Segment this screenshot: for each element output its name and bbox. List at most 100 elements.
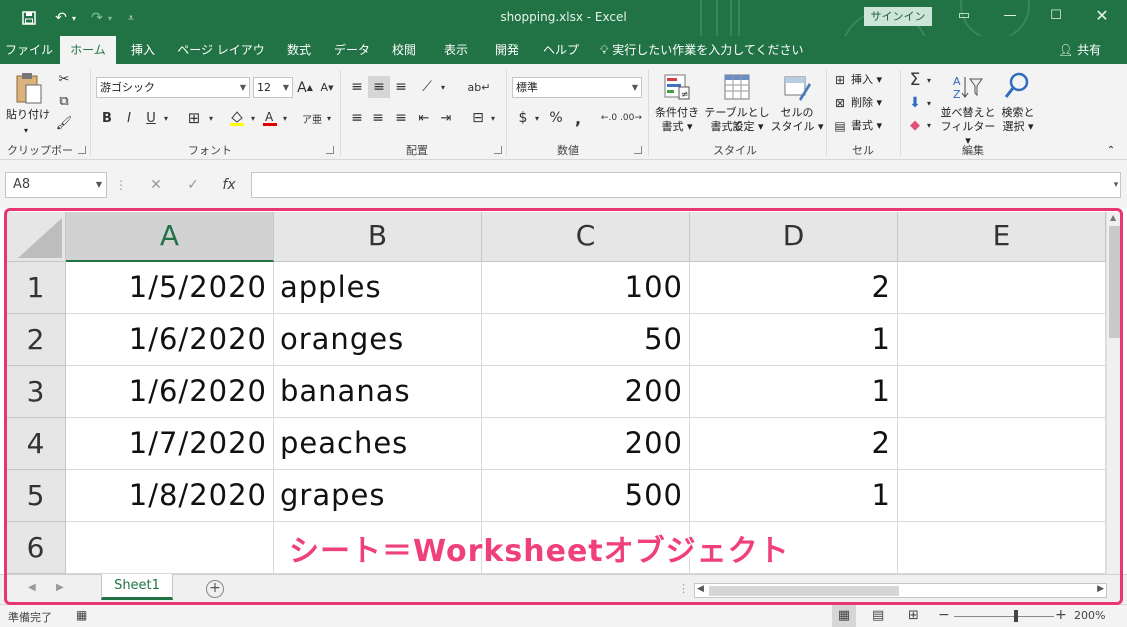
merge-dropdown-icon[interactable]: ▾ (488, 108, 498, 128)
collapse-ribbon-icon[interactable]: ⌃ (1104, 144, 1118, 158)
row-header[interactable]: 5 (6, 470, 66, 522)
zoom-out-button[interactable]: − (938, 607, 950, 623)
cell-e6[interactable] (898, 522, 1106, 574)
vertical-scroll-thumb[interactable] (1109, 226, 1120, 338)
cell-c3[interactable]: 200 (482, 366, 690, 418)
align-bottom-icon[interactable]: ≡ (391, 76, 411, 98)
format-as-table-icon[interactable] (722, 72, 752, 102)
cell-c4[interactable]: 200 (482, 418, 690, 470)
fill-dropdown-icon[interactable]: ▾ (924, 94, 934, 112)
align-top-icon[interactable]: ≡ (347, 76, 367, 98)
row-header[interactable]: 4 (6, 418, 66, 470)
cell-b3[interactable]: bananas (274, 366, 482, 418)
underline-button[interactable]: U (142, 108, 160, 128)
select-all-button[interactable] (6, 212, 66, 262)
clear-icon[interactable]: ◆ (906, 116, 924, 134)
cell-a3[interactable]: 1/6/2020 (66, 366, 274, 418)
cell-d4[interactable]: 2 (690, 418, 898, 470)
conditional-formatting-label-2[interactable]: 書式 ▾ (650, 120, 704, 134)
row-header[interactable]: 6 (6, 522, 66, 574)
increase-decimal-icon[interactable]: ←.0 (598, 108, 620, 128)
insert-cells-label[interactable]: 挿入 ▾ (851, 73, 891, 87)
column-header-c[interactable]: C (482, 212, 690, 262)
next-sheet-icon[interactable]: ▶ (56, 582, 64, 593)
macro-record-icon[interactable]: ▦ (76, 608, 87, 622)
expand-formula-bar-icon[interactable]: ▾ (1104, 172, 1127, 198)
decrease-indent-icon[interactable]: ⇤ (414, 108, 434, 128)
insert-function-button[interactable]: fx (217, 172, 241, 198)
borders-dropdown-icon[interactable]: ▾ (206, 108, 216, 128)
page-break-view-icon[interactable]: ⊞ (908, 608, 919, 623)
zoom-in-button[interactable]: + (1055, 607, 1067, 623)
row-header[interactable]: 1 (6, 262, 66, 314)
scroll-right-icon[interactable]: ▶ (1097, 584, 1104, 594)
prev-sheet-icon[interactable]: ◀ (28, 582, 36, 593)
column-header-b[interactable]: B (274, 212, 482, 262)
align-left-icon[interactable]: ≡ (347, 108, 367, 128)
currency-format-button[interactable]: $ (514, 108, 532, 128)
zoom-slider[interactable] (954, 616, 1054, 617)
align-right-icon[interactable]: ≡ (391, 108, 411, 128)
cell-b1[interactable]: apples (274, 262, 482, 314)
percent-format-button[interactable]: % (546, 108, 566, 128)
font-color-dropdown-icon[interactable]: ▾ (280, 108, 290, 128)
column-header-d[interactable]: D (690, 212, 898, 262)
fill-down-icon[interactable]: ⬇ (906, 94, 924, 112)
increase-indent-icon[interactable]: ⇥ (436, 108, 456, 128)
ribbon-display-options-icon[interactable]: ▭ (948, 4, 980, 28)
phonetic-icon[interactable]: ア亜 (302, 108, 322, 128)
cell-e4[interactable] (898, 418, 1106, 470)
font-color-icon[interactable]: A (260, 108, 280, 128)
sort-filter-icon[interactable]: AZ (950, 72, 984, 102)
grow-font-icon[interactable]: A ▲ (296, 77, 314, 98)
signin-button[interactable]: サインイン (864, 7, 932, 26)
sort-filter-label-1[interactable]: 並べ替えと (938, 106, 998, 120)
cell-b5[interactable]: grapes (274, 470, 482, 522)
cell-d2[interactable]: 1 (690, 314, 898, 366)
formula-input[interactable] (251, 172, 1121, 198)
zoom-level[interactable]: 200% (1074, 609, 1105, 622)
cell-a6[interactable] (66, 522, 274, 574)
cell-e1[interactable] (898, 262, 1106, 314)
column-header-e[interactable]: E (898, 212, 1106, 262)
tab-data[interactable]: データ (328, 36, 376, 64)
paste-icon[interactable] (12, 70, 46, 106)
tab-formulas[interactable]: 数式 (278, 36, 320, 64)
column-header-a[interactable]: A (66, 212, 274, 262)
number-format-select[interactable]: 標準 ▼ (512, 77, 642, 98)
cell-c5[interactable]: 500 (482, 470, 690, 522)
zoom-slider-thumb[interactable] (1014, 610, 1018, 622)
tab-file[interactable]: ファイル (4, 36, 54, 64)
cut-icon[interactable]: ✂ (54, 70, 74, 88)
cell-a1[interactable]: 1/5/2020 (66, 262, 274, 314)
tab-view[interactable]: 表示 (432, 36, 480, 64)
cell-b2[interactable]: oranges (274, 314, 482, 366)
tell-me-box[interactable]: 💡︎ 実行したい作業を入力してください (600, 36, 804, 64)
name-box[interactable]: A8 ▼ (5, 172, 107, 198)
add-sheet-icon[interactable]: + (206, 580, 224, 598)
font-size-select[interactable]: 12 ▼ (253, 77, 293, 98)
cell-styles-icon[interactable] (782, 72, 812, 102)
alignment-launcher-icon[interactable] (494, 146, 502, 154)
tab-review[interactable]: 校閲 (384, 36, 424, 64)
decrease-decimal-icon[interactable]: .00→ (620, 108, 642, 128)
find-select-label-1[interactable]: 検索と (996, 106, 1040, 120)
share-button[interactable]: 👤︎ 共有 (1058, 36, 1101, 64)
number-launcher-icon[interactable] (634, 146, 642, 154)
minimize-icon[interactable]: — (994, 4, 1026, 28)
cell-c2[interactable]: 50 (482, 314, 690, 366)
tab-insert[interactable]: 挿入 (122, 36, 164, 64)
enter-formula-button[interactable]: ✓ (181, 172, 205, 198)
font-name-select[interactable]: 游ゴシック ▼ (96, 77, 250, 98)
insert-cells-icon[interactable]: ⊞ (832, 72, 848, 88)
merge-center-icon[interactable]: ⊟ (468, 108, 488, 128)
autosum-icon[interactable]: Σ (906, 70, 924, 90)
currency-dropdown-icon[interactable]: ▾ (532, 108, 542, 128)
phonetic-dropdown-icon[interactable]: ▾ (324, 108, 334, 128)
sheet-tab[interactable]: Sheet1 (101, 574, 173, 600)
orientation-icon[interactable]: ⟋ (416, 76, 438, 98)
cell-e3[interactable] (898, 366, 1106, 418)
conditional-formatting-label-1[interactable]: 条件付き (650, 106, 704, 120)
comma-style-button[interactable]: , (570, 108, 586, 128)
tab-developer[interactable]: 開発 (486, 36, 528, 64)
